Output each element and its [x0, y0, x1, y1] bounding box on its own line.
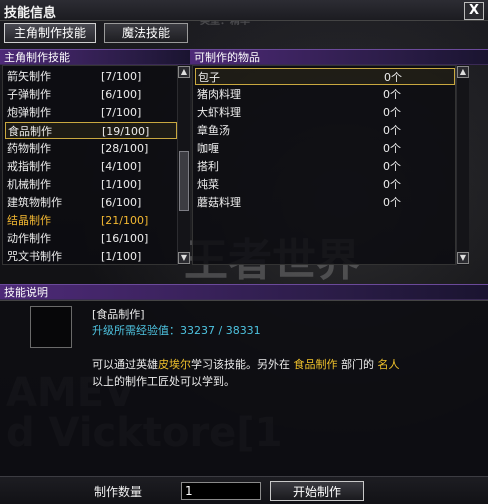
- skill-icon-slot: [30, 306, 72, 348]
- quantity-label: 制作数量: [94, 485, 143, 499]
- item-row-selected[interactable]: 包子 0个: [195, 68, 455, 85]
- skill-row[interactable]: 箭矢制作 [7/100]: [5, 68, 175, 85]
- item-row[interactable]: 咖喱 0个: [195, 140, 453, 157]
- skill-info-window: 技能信息 X 主角制作技能 魔法技能 主角制作技能 可制作的物品 箭矢制作 [7/…: [0, 0, 488, 504]
- exp-text: 升级所需经验值：33237 / 38331: [92, 324, 261, 337]
- skill-row-selected[interactable]: 食品制作 [19/100]: [5, 122, 177, 139]
- item-row[interactable]: 大虾料理 0个: [195, 104, 453, 121]
- scroll-thumb[interactable]: [179, 151, 189, 211]
- window-title: 技能信息: [4, 6, 57, 21]
- skills-header: 主角制作技能: [0, 49, 190, 65]
- description-line-2: 以上的制作工匠处可以学到。: [92, 375, 235, 388]
- skill-row[interactable]: 子弹制作 [6/100]: [5, 86, 175, 103]
- skill-row[interactable]: 动作制作 [16/100]: [5, 230, 175, 247]
- scroll-down-icon[interactable]: ▼: [178, 252, 190, 264]
- description-line-1: 可以通过英雄皮埃尔学习该技能。另外在 食品制作 部门的 名人: [92, 358, 400, 371]
- tab-bar: 主角制作技能 魔法技能: [0, 20, 488, 46]
- items-scrollbar[interactable]: ▲ ▼: [456, 65, 469, 265]
- start-crafting-button[interactable]: 开始制作: [270, 481, 364, 501]
- skills-list: 箭矢制作 [7/100] 子弹制作 [6/100] 炮弹制作 [7/100] 食品制作…: [2, 65, 178, 265]
- quantity-input[interactable]: [181, 482, 261, 500]
- skill-row-highlight[interactable]: 结晶制作 [21/100]: [5, 212, 175, 229]
- skills-scrollbar[interactable]: ▲ ▼: [177, 65, 190, 265]
- item-row[interactable]: 炖菜 0个: [195, 176, 453, 193]
- scroll-up-icon[interactable]: ▲: [178, 66, 190, 78]
- item-row[interactable]: 蘑菇料理 0个: [195, 194, 453, 211]
- titlebar: 技能信息 X: [0, 0, 488, 21]
- skill-row[interactable]: 机械制作 [1/100]: [5, 176, 175, 193]
- skill-name-text: [食品制作]: [92, 308, 145, 321]
- description-header: 技能说明: [0, 284, 488, 300]
- skill-row[interactable]: 建筑物制作 [6/100]: [5, 194, 175, 211]
- scroll-up-icon[interactable]: ▲: [457, 66, 469, 78]
- tab-magic-skills[interactable]: 魔法技能: [104, 23, 188, 43]
- scroll-down-icon[interactable]: ▼: [457, 252, 469, 264]
- skill-row[interactable]: 咒文书制作 [1/100]: [5, 248, 175, 265]
- close-button[interactable]: X: [464, 2, 484, 20]
- item-row[interactable]: 搭利 0个: [195, 158, 453, 175]
- items-header: 可制作的物品: [190, 49, 488, 65]
- skill-row[interactable]: 药物制作 [28/100]: [5, 140, 175, 157]
- item-row[interactable]: 章鱼汤 0个: [195, 122, 453, 139]
- items-list: 包子 0个 猪肉料理 0个 大虾料理 0个 章鱼汤 0个 咖喱 0个 搭利 0个 炖菜 0个 …: [192, 65, 456, 265]
- item-row[interactable]: 猪肉料理 0个: [195, 86, 453, 103]
- skill-row[interactable]: 炮弹制作 [7/100]: [5, 104, 175, 121]
- skill-row[interactable]: 戒指制作 [4/100]: [5, 158, 175, 175]
- tab-main-crafting[interactable]: 主角制作技能: [4, 23, 96, 43]
